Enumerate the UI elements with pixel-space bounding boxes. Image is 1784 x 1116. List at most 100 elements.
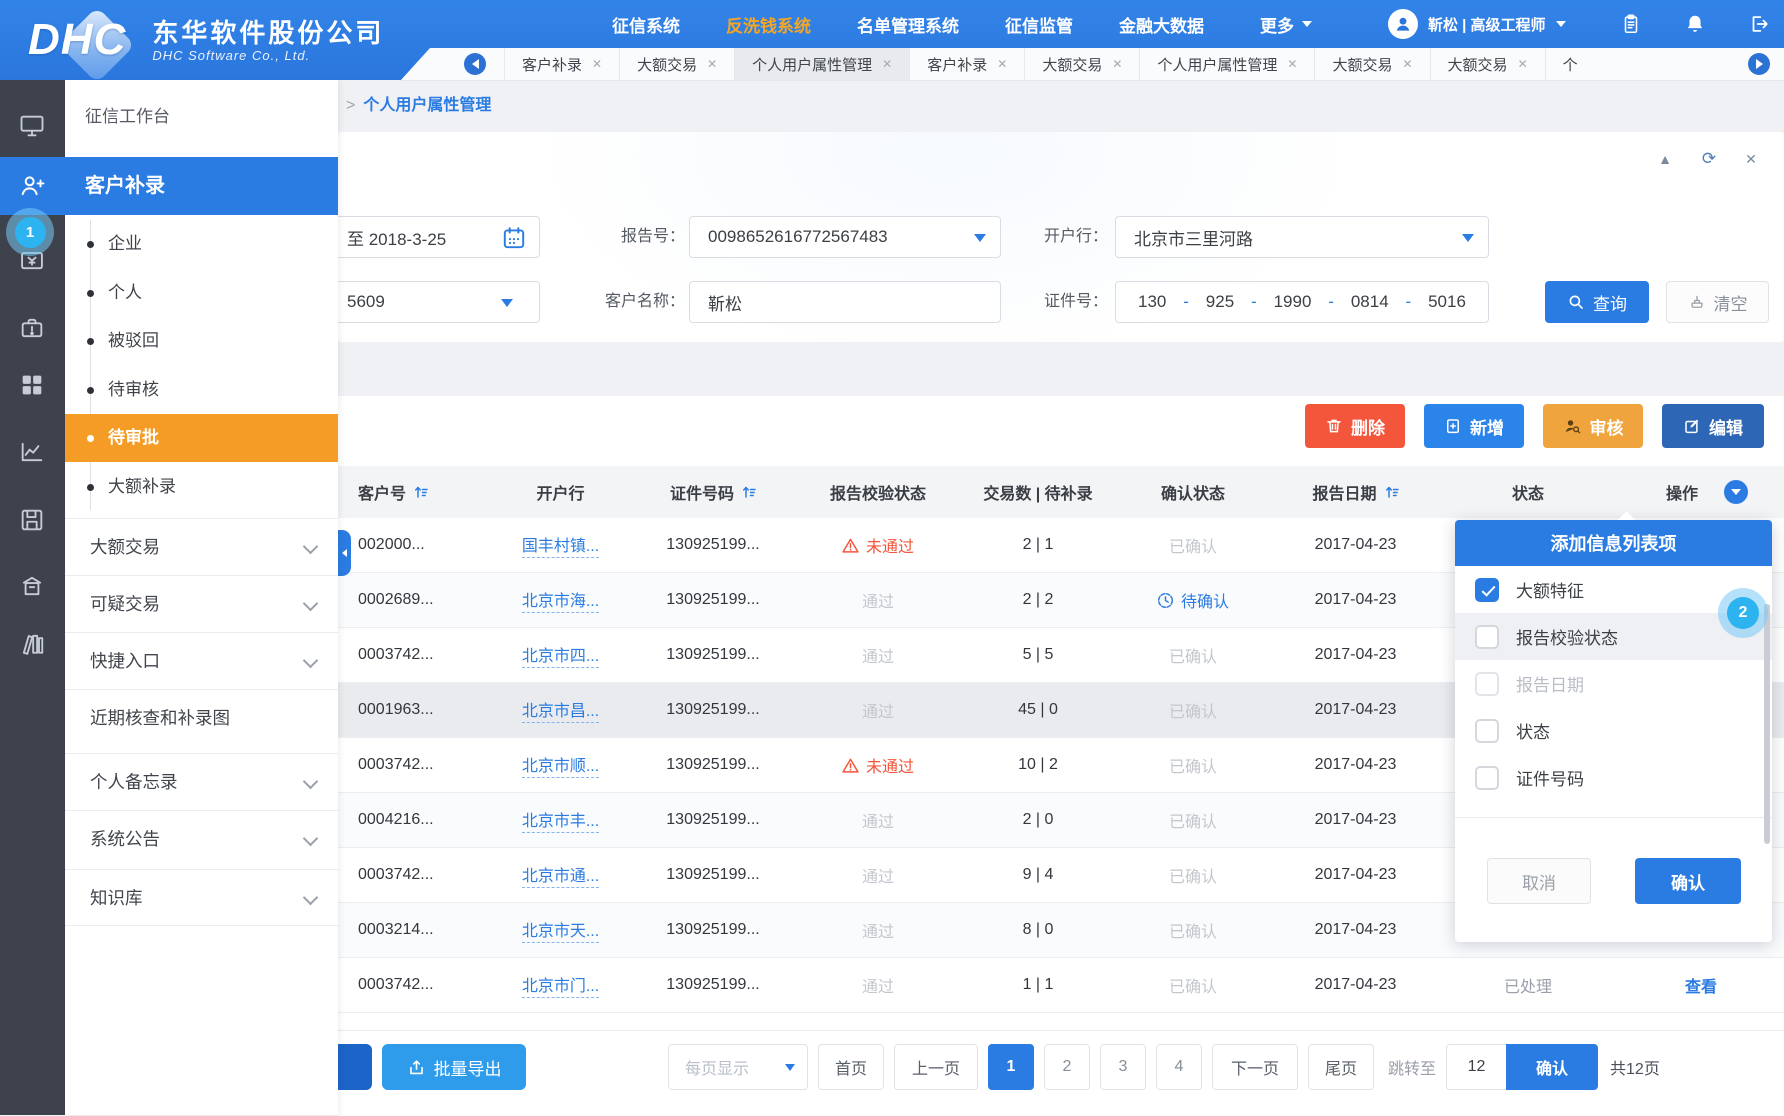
tab[interactable]: 大额交易 ✕: [1314, 48, 1429, 80]
tab[interactable]: 客户补录 ✕: [909, 48, 1024, 80]
sidebar-sub-item[interactable]: 企业: [65, 220, 338, 268]
column-settings-button[interactable]: [1724, 480, 1748, 504]
next-page-button[interactable]: 下一页: [1212, 1044, 1298, 1090]
top-nav-item[interactable]: 名单管理系统: [857, 12, 959, 37]
clipboard-icon[interactable]: [1620, 13, 1642, 35]
sidebar-section-item[interactable]: 大额交易: [65, 518, 338, 575]
customer-name-field[interactable]: 靳松: [689, 281, 1001, 323]
cancel-button[interactable]: 取消: [1487, 858, 1591, 904]
page-number-button[interactable]: 1: [988, 1044, 1034, 1090]
checkbox-icon[interactable]: [1475, 625, 1499, 649]
bank-link[interactable]: 北京市顺...: [522, 752, 599, 778]
sidebar-sub-item[interactable]: 被驳回: [65, 317, 338, 365]
person-add-icon[interactable]: [18, 172, 46, 200]
top-nav-item[interactable]: 金融大数据: [1119, 12, 1204, 37]
bank-select[interactable]: 北京市三里河路: [1115, 216, 1489, 258]
checkbox-icon[interactable]: [1475, 672, 1499, 696]
tab[interactable]: 大额交易 ✕: [619, 48, 734, 80]
first-page-button[interactable]: 首页: [818, 1044, 884, 1090]
column-option[interactable]: 证件号码: [1455, 754, 1772, 801]
refresh-icon[interactable]: ⟳: [1698, 148, 1720, 170]
col-header-bank[interactable]: 开户行: [488, 480, 633, 504]
bank-link[interactable]: 北京市昌...: [522, 697, 599, 723]
jump-confirm-button[interactable]: 确认: [1506, 1044, 1598, 1090]
col-header-report-check-status[interactable]: 报告校验状态: [793, 480, 963, 504]
jump-to-input[interactable]: 12: [1446, 1044, 1506, 1090]
prev-page-button[interactable]: 上一页: [894, 1044, 978, 1090]
bank-link[interactable]: 北京市丰...: [522, 807, 599, 833]
sidebar-sub-item[interactable]: 待审批: [65, 414, 338, 462]
close-icon[interactable]: ✕: [592, 57, 602, 71]
tab[interactable]: 个人用户属性管理 ✕: [1139, 48, 1314, 80]
collapse-panel-icon[interactable]: ▲: [1654, 148, 1676, 170]
table-row[interactable]: 0003742... 北京市门... 130925199... 通过 1 | 1…: [338, 958, 1784, 1013]
col-header-report-date[interactable]: 报告日期: [1273, 480, 1438, 504]
close-icon[interactable]: ✕: [997, 57, 1007, 71]
last-page-button[interactable]: 尾页: [1308, 1044, 1374, 1090]
checkbox-icon[interactable]: [1475, 578, 1499, 602]
page-number-button[interactable]: 2: [1044, 1044, 1090, 1090]
tabs-scroll-right-button[interactable]: [1748, 53, 1770, 75]
add-button[interactable]: 新增: [1424, 404, 1524, 448]
close-icon[interactable]: ✕: [1287, 57, 1297, 71]
tabs-scroll-left-button[interactable]: [464, 53, 486, 75]
tab[interactable]: 大额交易 ✕: [1430, 48, 1545, 80]
sidebar-section-customer-supplement[interactable]: 客户补录: [65, 157, 338, 215]
close-icon[interactable]: ✕: [1518, 57, 1528, 71]
monitor-icon[interactable]: [18, 112, 46, 140]
top-nav-item[interactable]: 征信监管: [1005, 12, 1073, 37]
tab[interactable]: 个 ✕: [1545, 48, 1595, 80]
bank-link[interactable]: 北京市海...: [522, 587, 599, 613]
sidebar-sub-item[interactable]: 待审核: [65, 366, 338, 414]
top-nav-item[interactable]: 反洗钱系统: [726, 12, 811, 37]
sidebar-section-item[interactable]: 可疑交易: [65, 575, 338, 632]
tab[interactable]: 大额交易 ✕: [1024, 48, 1139, 80]
sort-icon[interactable]: [1385, 485, 1399, 499]
bank-link[interactable]: 北京市通...: [522, 862, 599, 888]
col-header-operation[interactable]: 操作: [1618, 480, 1784, 504]
sidebar-item-workbench[interactable]: 征信工作台: [65, 94, 358, 140]
sidebar-sub-item[interactable]: 个人: [65, 269, 338, 317]
checkbox-icon[interactable]: [1475, 766, 1499, 790]
close-icon[interactable]: ✕: [1740, 148, 1762, 170]
breadcrumb-current[interactable]: 个人用户属性管理: [363, 97, 491, 114]
sidebar-section-item[interactable]: 近期核查和补录图: [65, 689, 338, 746]
close-icon[interactable]: ✕: [882, 57, 892, 71]
page-number-button[interactable]: 3: [1100, 1044, 1146, 1090]
edit-button[interactable]: 编辑: [1662, 404, 1764, 448]
bank-link[interactable]: 北京市天...: [522, 917, 599, 943]
batch-export-button[interactable]: 批量导出: [382, 1044, 526, 1090]
sidebar-section-item[interactable]: 个人备忘录: [65, 753, 338, 810]
chart-icon[interactable]: [18, 438, 46, 466]
page-number-button[interactable]: 4: [1156, 1044, 1202, 1090]
col-header-confirm-status[interactable]: 确认状态: [1113, 480, 1273, 504]
col-header-customer-no[interactable]: 客户号: [338, 480, 488, 504]
sidebar-collapse-handle[interactable]: [338, 530, 351, 576]
col-header-id-no[interactable]: 证件号码: [633, 480, 793, 504]
per-page-select[interactable]: 每页显示: [668, 1044, 808, 1090]
scrollbar[interactable]: [1764, 604, 1770, 844]
sidebar-section-item[interactable]: 快捷入口: [65, 632, 338, 689]
col-header-status[interactable]: 状态: [1438, 480, 1618, 504]
user-menu[interactable]: 靳松 | 高级工程师: [1388, 0, 1566, 48]
column-option[interactable]: 状态: [1455, 707, 1772, 754]
nav-more[interactable]: 更多: [1260, 0, 1312, 48]
sort-icon[interactable]: [742, 485, 756, 499]
sidebar-section-item[interactable]: 知识库: [65, 869, 338, 926]
confirm-button[interactable]: 确认: [1635, 858, 1741, 904]
clear-button[interactable]: 清空: [1666, 281, 1769, 323]
checkbox-icon[interactable]: [1475, 719, 1499, 743]
col-header-tx-count[interactable]: 交易数 | 待补录: [963, 480, 1113, 504]
books-icon[interactable]: [18, 630, 46, 658]
top-nav-item[interactable]: 征信系统: [612, 12, 680, 37]
report-no-select[interactable]: 0098652616772567483: [689, 216, 1001, 258]
bank-link[interactable]: 国丰村镇...: [522, 532, 599, 558]
briefcase-alert-icon[interactable]: [18, 314, 46, 342]
archive-icon[interactable]: [18, 572, 46, 600]
bank-link[interactable]: 北京市四...: [522, 642, 599, 668]
sidebar-sub-item[interactable]: 大额补录: [65, 463, 338, 511]
grid-icon[interactable]: [18, 371, 46, 399]
column-option[interactable]: 报告日期: [1455, 660, 1772, 707]
close-icon[interactable]: ✕: [1112, 57, 1122, 71]
sort-icon[interactable]: [414, 485, 428, 499]
